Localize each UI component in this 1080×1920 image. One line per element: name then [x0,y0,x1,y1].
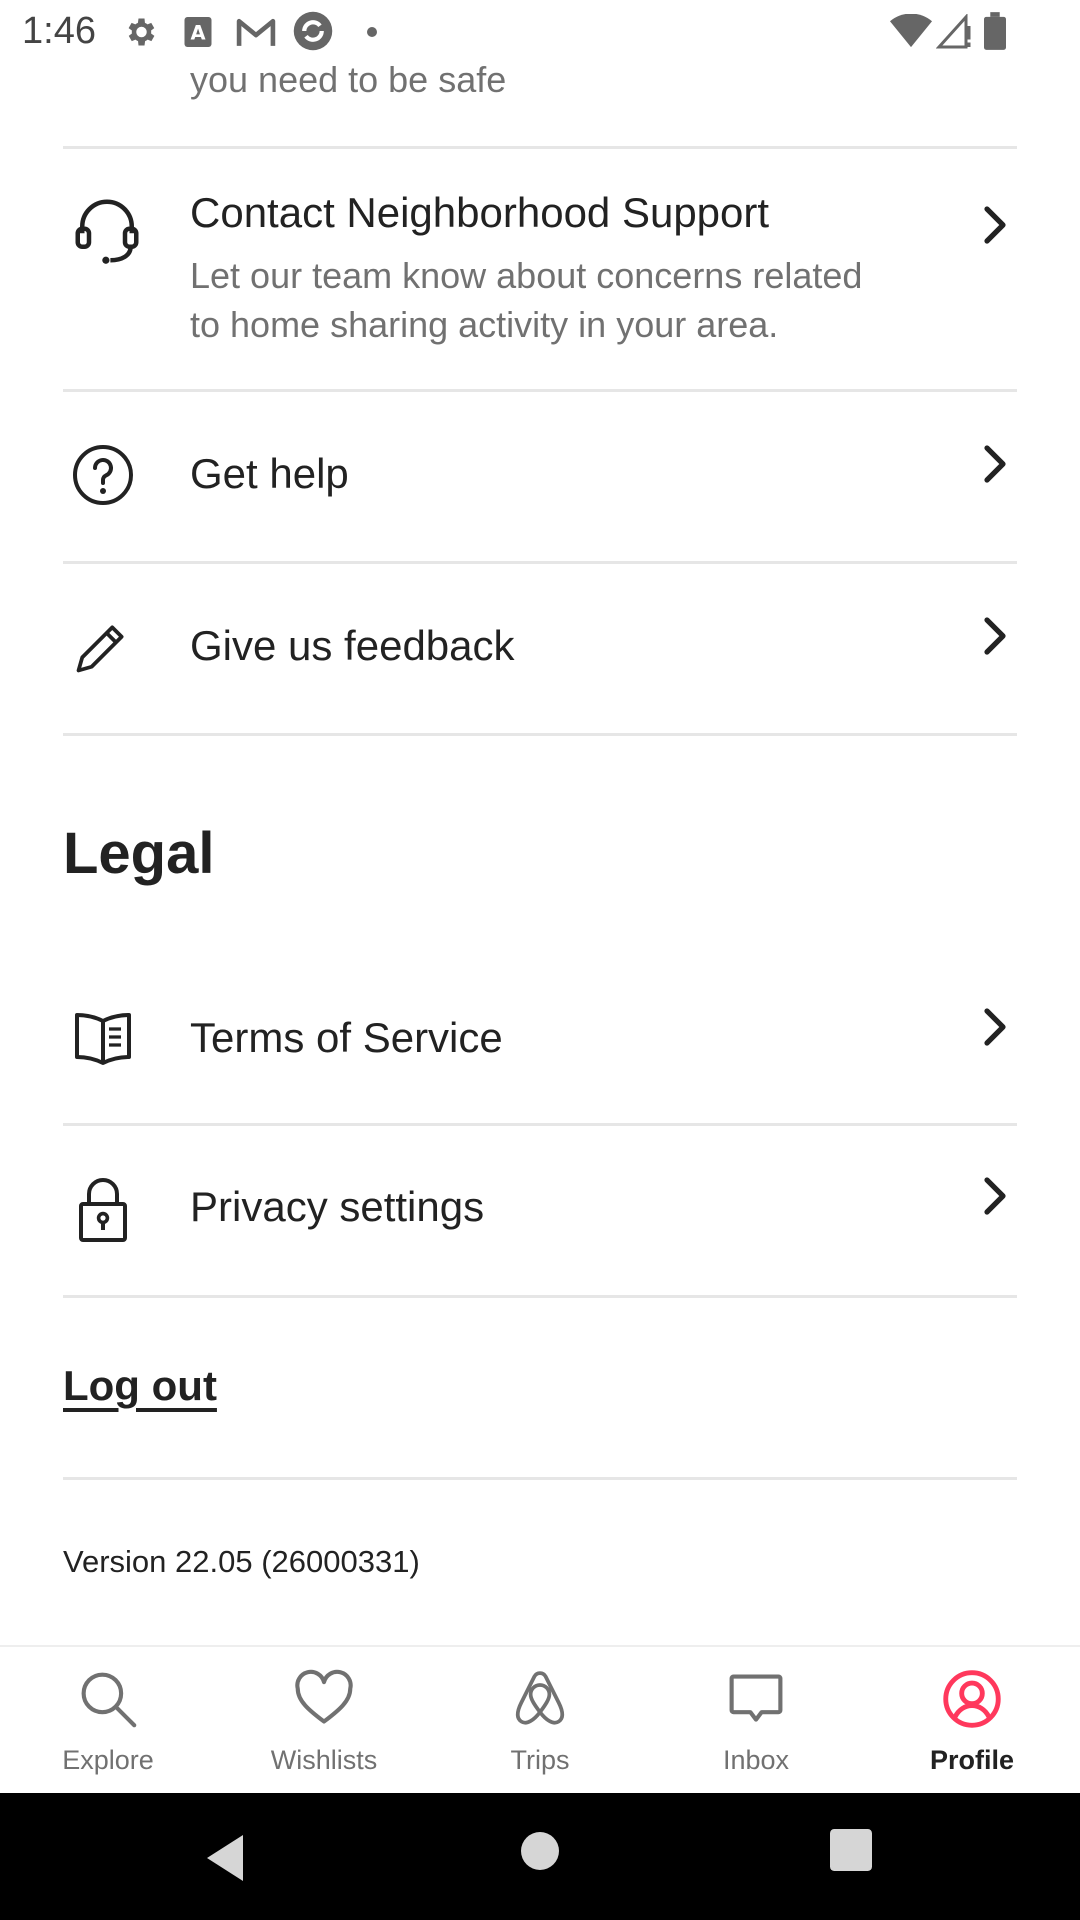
chevron-right-icon [984,206,1006,244]
terms-of-service-row[interactable]: Terms of Service [63,957,1017,1124]
tab-profile[interactable]: Profile [864,1647,1080,1795]
tab-explore[interactable]: Explore [0,1647,216,1795]
keyboard-a-icon: A [184,17,212,47]
row-subtitle-line1: Let our team know about concerns related [190,255,863,296]
tab-wishlists[interactable]: Wishlists [216,1647,432,1795]
tab-label: Explore [62,1745,154,1775]
divider [63,1477,1017,1480]
airbnb-logo-icon [515,1671,565,1725]
tab-label: Inbox [722,1745,790,1775]
row-title: Get help [190,450,349,497]
search-icon [81,1672,137,1728]
system-navigation-bar [0,1793,1080,1920]
divider [63,733,1017,736]
question-circle-icon [73,445,133,505]
get-help-row[interactable]: Get help [63,392,1017,562]
row-subtitle-line2: to home sharing activity in your area. [190,304,779,345]
status-bar: 1:46 A [0,0,1080,64]
dot-icon [367,27,377,37]
wifi-icon [890,14,932,48]
give-feedback-row[interactable]: Give us feedback [63,564,1017,734]
legal-heading: Legal [63,821,215,886]
row-title: Terms of Service [190,1014,503,1061]
divider [63,1295,1017,1298]
tab-label: Profile [929,1745,1015,1775]
chevron-right-icon [984,445,1006,483]
recents-icon[interactable] [830,1829,872,1871]
pencil-icon [76,625,124,673]
settings-icon [128,18,155,46]
headset-icon [75,199,139,264]
contact-neighborhood-support-row[interactable]: Contact Neighborhood Support Let our tea… [63,149,1017,390]
chevron-right-icon [984,1177,1006,1215]
message-icon [729,1674,783,1722]
tab-label: Wishlists [270,1745,378,1775]
heart-icon [295,1669,353,1724]
chevron-right-icon [984,1008,1006,1046]
sync-app-icon [293,11,333,51]
bottom-tab-bar: Explore Wishlists Trips Inbox Profile [0,1645,1080,1795]
tab-inbox[interactable]: Inbox [648,1647,864,1795]
row-title: Give us feedback [190,622,515,669]
status-time: 1:46 [22,10,96,52]
tab-trips[interactable]: Trips [432,1647,648,1795]
battery-icon [984,12,1006,50]
signal-icon [936,14,971,49]
version-text: Version 22.05 (26000331) [63,1544,420,1579]
row-title: Contact Neighborhood Support [190,189,770,236]
book-icon [75,1013,131,1065]
home-icon[interactable] [520,1831,560,1871]
logout-link[interactable]: Log out [63,1362,217,1410]
row-title: Privacy settings [190,1183,485,1230]
chevron-right-icon [984,617,1006,655]
svg-text:A: A [190,22,205,45]
account-settings-list[interactable]: you need to be safe Contact Neighborhood… [0,0,1080,1645]
profile-icon [943,1670,1001,1728]
back-icon[interactable] [203,1833,247,1883]
gmail-icon [236,18,276,46]
tab-label: Trips [510,1745,570,1775]
lock-icon [79,1178,127,1242]
privacy-settings-row[interactable]: Privacy settings [63,1126,1017,1296]
